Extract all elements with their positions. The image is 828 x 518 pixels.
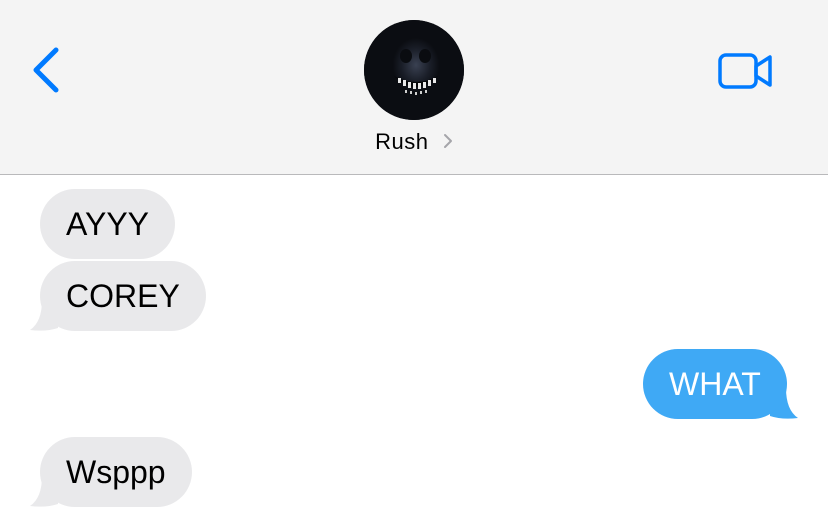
outgoing-message-bubble[interactable]: WHAT [643,349,787,419]
incoming-message-bubble[interactable]: COREY [40,261,206,331]
message-text: Wsppp [66,454,166,490]
back-button[interactable] [26,44,70,96]
video-camera-icon [716,50,776,92]
chevron-left-icon [26,44,70,96]
contact-avatar[interactable] [364,20,464,120]
contact-name-button[interactable]: Rush [0,129,828,155]
facetime-video-button[interactable] [716,50,776,92]
messages-screen: Rush AYYY COREY WHAT Wsppp [0,0,828,518]
message-text: COREY [66,278,180,314]
message-text: AYYY [66,206,149,242]
conversation-header: Rush [0,0,828,175]
contact-name: Rush [375,129,429,154]
incoming-message-bubble[interactable]: Wsppp [40,437,192,507]
incoming-message-bubble[interactable]: AYYY [40,189,175,259]
message-text: WHAT [669,366,761,402]
chevron-right-icon [443,133,453,154]
